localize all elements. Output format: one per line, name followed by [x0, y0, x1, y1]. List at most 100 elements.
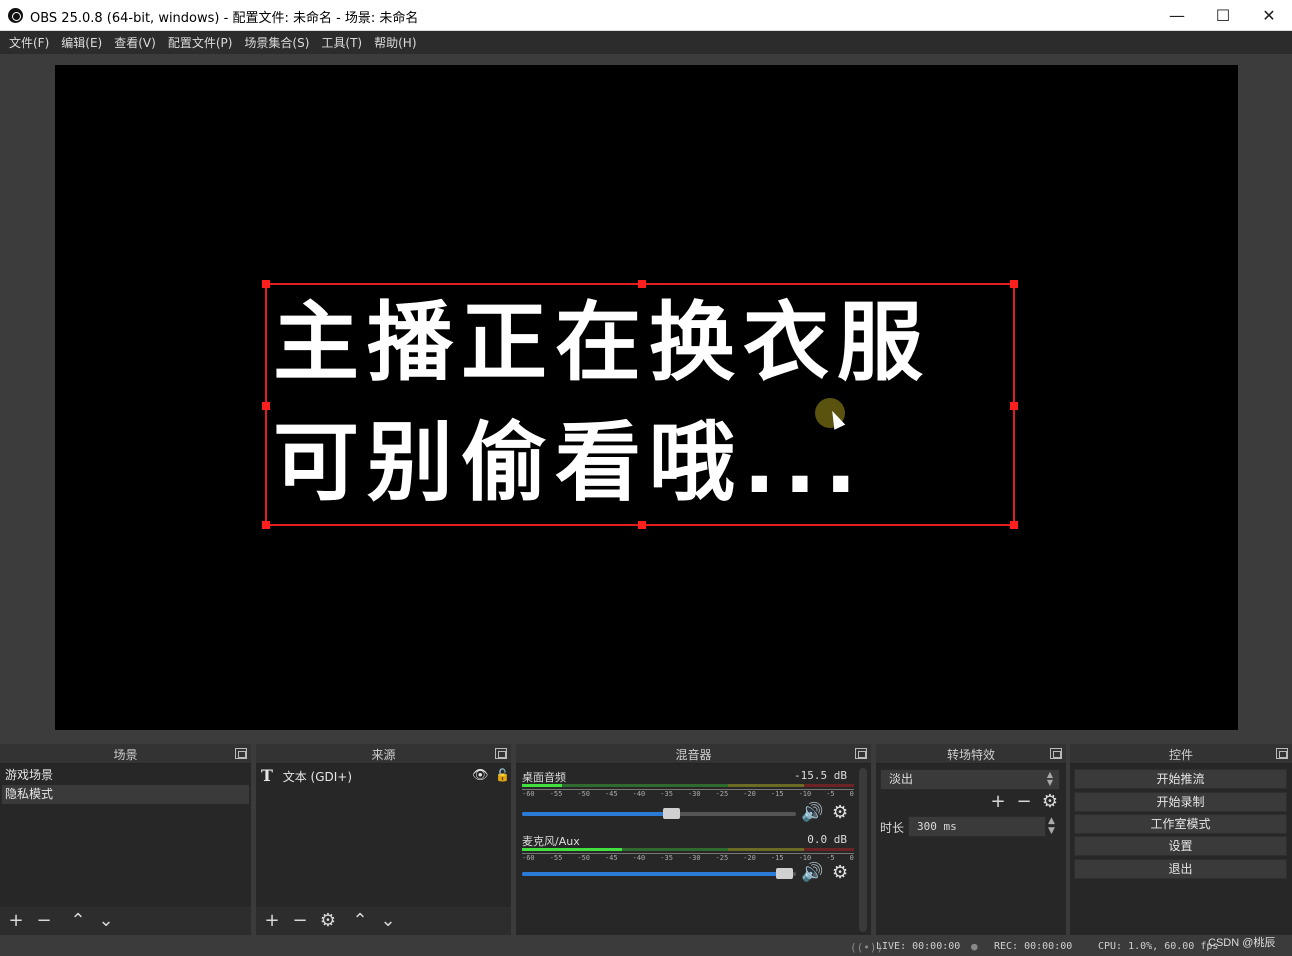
watermark: CSDN @桃辰 — [1208, 937, 1276, 949]
menu-tools[interactable]: 工具(T) — [316, 34, 369, 51]
move-up-icon[interactable]: ⌃ — [350, 911, 370, 931]
menu-profile[interactable]: 配置文件(P) — [163, 34, 240, 51]
menu-edit[interactable]: 编辑(E) — [56, 34, 109, 51]
resize-handle-left[interactable] — [262, 402, 270, 410]
text-source-selection[interactable]: 主播正在换衣服 可别偷看哦... — [262, 280, 1018, 529]
transitions-dock: 转场特效 淡出 ▲ ▼ + − ⚙ 时长 300 ms ▲ ▼ — [876, 744, 1066, 935]
title-bar: OBS 25.0.8 (64-bit, windows) - 配置文件: 未命名… — [0, 0, 1292, 31]
maximize-button[interactable]: ☐ — [1200, 0, 1246, 31]
record-dot-icon: ● — [971, 940, 978, 953]
menu-help[interactable]: 帮助(H) — [369, 34, 423, 51]
volume-meter — [522, 784, 854, 787]
undock-icon[interactable] — [1050, 748, 1062, 759]
obs-logo-icon — [8, 8, 23, 23]
eye-icon[interactable]: 👁 — [472, 766, 489, 785]
undock-icon[interactable] — [495, 748, 507, 759]
speaker-icon[interactable]: 🔊 — [801, 802, 823, 823]
remove-source-button[interactable]: − — [290, 911, 310, 931]
settings-button[interactable]: 设置 — [1074, 836, 1287, 856]
meter-tick-label: -55 — [549, 854, 563, 862]
meter-tick-label: -30 — [687, 790, 701, 798]
status-bar: ((•)) LIVE: 00:00:00 ● REC: 00:00:00 CPU… — [0, 937, 1292, 956]
lock-icon[interactable]: 🔓 — [495, 766, 510, 785]
meter-tick-label: -20 — [743, 790, 756, 798]
undock-icon[interactable] — [235, 748, 247, 759]
volume-slider[interactable] — [522, 868, 796, 879]
mixer-title: 混音器 — [675, 748, 712, 762]
overlay-text-line2: 可别偷看哦... — [273, 413, 866, 513]
cpu-fps: CPU: 1.0%, 60.00 fps — [1098, 941, 1219, 952]
mixer-scrollbar[interactable] — [859, 768, 867, 932]
gear-icon[interactable]: ⚙ — [832, 802, 848, 823]
meter-level — [522, 784, 562, 787]
slider-fill — [522, 872, 791, 876]
undock-icon[interactable] — [855, 748, 867, 759]
studio-mode-button[interactable]: 工作室模式 — [1074, 814, 1287, 834]
resize-handle-top-right[interactable] — [1010, 280, 1018, 288]
rec-time: REC: 00:00:00 — [994, 941, 1073, 952]
meter-tick-label: -50 — [577, 854, 590, 862]
undock-icon[interactable] — [1276, 748, 1288, 759]
meter-tick-label: -20 — [743, 854, 756, 862]
meter-tick-label: -10 — [798, 790, 812, 798]
sources-title: 来源 — [371, 748, 396, 762]
remove-transition-button[interactable]: − — [1014, 792, 1034, 812]
gear-icon[interactable]: ⚙ — [318, 911, 338, 931]
add-transition-button[interactable]: + — [988, 792, 1008, 812]
mixer-header: 混音器 — [516, 744, 871, 764]
close-button[interactable]: ✕ — [1246, 0, 1292, 31]
minimize-button[interactable]: — — [1154, 0, 1200, 31]
controls-dock: 控件 开始推流 开始录制 工作室模式 设置 退出 — [1070, 744, 1292, 935]
scene-item[interactable]: 游戏场景 — [2, 766, 249, 785]
meter-tick-label: -25 — [715, 790, 729, 798]
slider-fill — [522, 812, 679, 816]
source-item[interactable]: T 文本 (GDI+) 👁 🔓 — [258, 766, 510, 785]
gear-icon[interactable]: ⚙ — [1040, 792, 1060, 812]
menu-scene-collection[interactable]: 场景集合(S) — [239, 34, 316, 51]
transition-select[interactable]: 淡出 ▲ ▼ — [880, 769, 1060, 790]
scenes-dock: 场景 游戏场景 隐私模式 + − ⌃ ⌄ — [0, 744, 251, 935]
move-down-icon[interactable]: ⌄ — [96, 911, 116, 931]
transition-selected: 淡出 — [889, 772, 914, 786]
move-up-icon[interactable]: ⌃ — [68, 911, 88, 931]
sources-toolbar: + − ⚙ ⌃ ⌄ — [256, 907, 511, 935]
scene-item-selected[interactable]: 隐私模式 — [2, 785, 249, 804]
add-source-button[interactable]: + — [262, 911, 282, 931]
meter-tick-label: 0 — [849, 790, 854, 798]
resize-handle-top[interactable] — [638, 280, 646, 288]
start-recording-button[interactable]: 开始录制 — [1074, 792, 1287, 812]
resize-handle-right[interactable] — [1010, 402, 1018, 410]
duration-input[interactable]: 300 ms — [908, 816, 1046, 837]
menu-view[interactable]: 查看(V) — [109, 34, 163, 51]
preview-canvas[interactable]: 主播正在换衣服 可别偷看哦... — [55, 65, 1238, 730]
move-down-icon[interactable]: ⌄ — [378, 911, 398, 931]
volume-slider[interactable] — [522, 808, 796, 819]
meter-tick-label: -55 — [549, 790, 563, 798]
resize-handle-bottom-left[interactable] — [262, 521, 270, 529]
chevron-updown-icon: ▲ ▼ — [1046, 770, 1053, 787]
volume-meter — [522, 848, 854, 851]
resize-handle-bottom[interactable] — [638, 521, 646, 529]
add-scene-button[interactable]: + — [6, 911, 26, 931]
slider-knob[interactable] — [775, 868, 793, 879]
duration-stepper-icon[interactable]: ▲ ▼ — [1048, 816, 1055, 836]
source-item-label: 文本 (GDI+) — [282, 770, 353, 784]
remove-scene-button[interactable]: − — [34, 911, 54, 931]
mixer-dock: 混音器 桌面音频 -15.5 dB -60 -55 -50 -45 -40 -35 -30-… — [516, 744, 871, 935]
duration-label: 时长 — [880, 821, 905, 835]
meter-tick-label: -60 — [522, 854, 535, 862]
resize-handle-top-left[interactable] — [262, 280, 270, 288]
speaker-icon[interactable]: 🔊 — [801, 862, 823, 883]
start-streaming-button[interactable]: 开始推流 — [1074, 769, 1287, 789]
slider-knob[interactable] — [663, 808, 681, 819]
meter-tick-label: -60 — [522, 790, 535, 798]
controls-header: 控件 — [1070, 744, 1292, 764]
menu-file[interactable]: 文件(F) — [4, 34, 56, 51]
resize-handle-bottom-right[interactable] — [1010, 521, 1018, 529]
duration-value: 300 ms — [917, 820, 957, 833]
controls-title: 控件 — [1168, 748, 1193, 762]
gear-icon[interactable]: ⚙ — [832, 862, 848, 883]
meter-tick-label: -5 — [826, 790, 835, 798]
exit-button[interactable]: 退出 — [1074, 859, 1287, 879]
meter-tick-label: -40 — [632, 854, 646, 862]
